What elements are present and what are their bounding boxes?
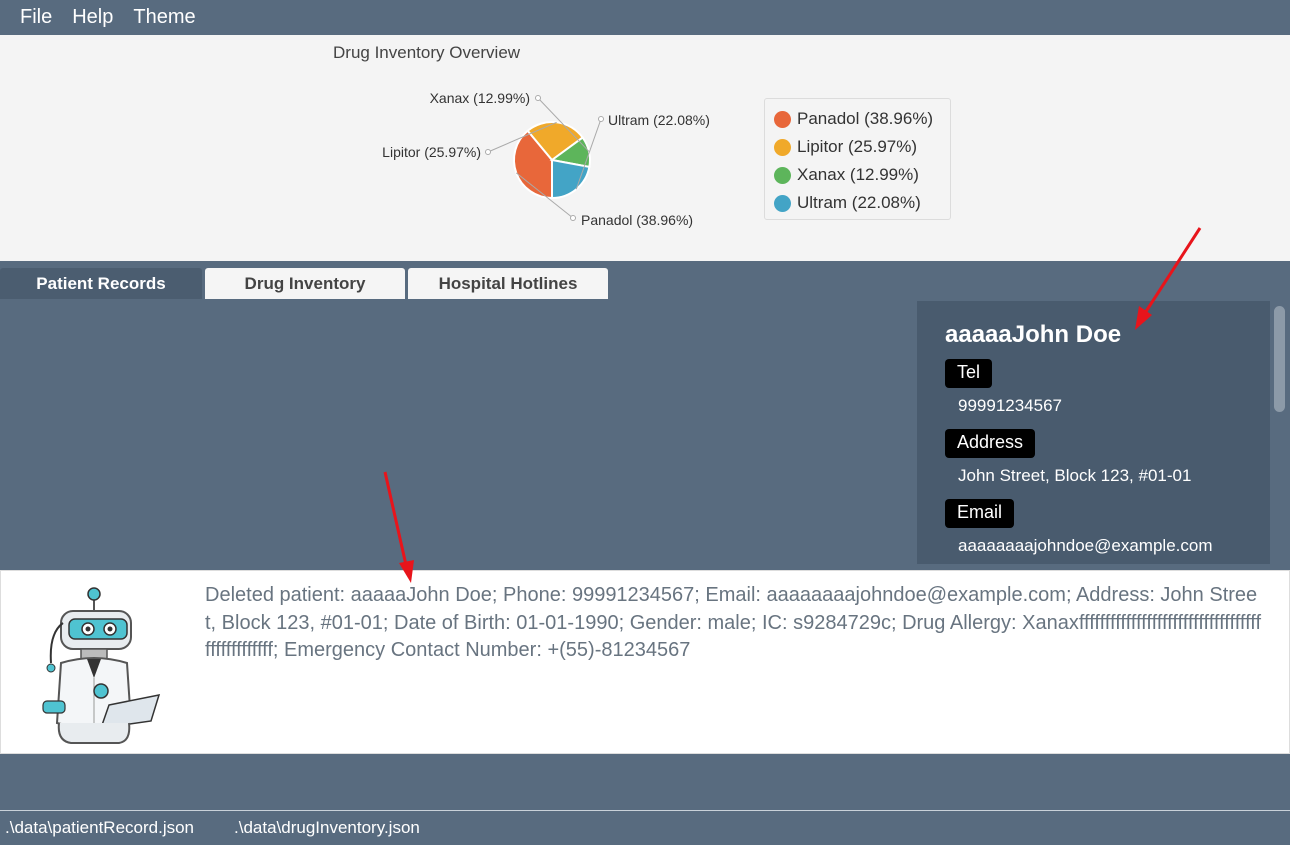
drug-pie-chart: Drug Inventory Overview Panadol (38.96%)… [0, 35, 1290, 261]
pie-slice-ultram [551, 158, 591, 200]
legend-swatch-xanax [774, 166, 791, 184]
email-tag: Email [945, 499, 1015, 528]
tab-patient-records[interactable]: Patient Records [0, 268, 202, 299]
legend-item-lipitor: Lipitor (25.97%) [774, 133, 950, 161]
tab-bar: Patient Records Drug Inventory Hospital … [0, 268, 611, 299]
legend-label-lipitor: Lipitor (25.97%) [797, 137, 918, 156]
patient-tel: 99991234567 [958, 396, 1063, 415]
menu-file[interactable]: File [10, 0, 62, 35]
pie-leader-dot-panadol [570, 215, 576, 221]
pie-label-lipitor: Lipitor (25.97%) [382, 144, 481, 160]
status-drug-file: .\data\drugInventory.json [234, 818, 420, 837]
patient-name: aaaaaJohn Doe [945, 321, 1122, 348]
menu-help[interactable]: Help [62, 0, 123, 35]
legend-item-panadol: Panadol (38.96%) [774, 105, 950, 133]
patient-address: John Street, Block 123, #01-01 [958, 466, 1192, 485]
result-display: Deleted patient: aaaaaJohn Doe; Phone: 9… [0, 570, 1290, 754]
menu-bar: File Help Theme [0, 0, 1290, 35]
legend-label-panadol: Panadol (38.96%) [797, 109, 934, 128]
legend-item-xanax: Xanax (12.99%) [774, 161, 950, 189]
pie-label-panadol: Panadol (38.96%) [581, 212, 693, 228]
status-bar: .\data\patientRecord.json .\data\drugInv… [0, 810, 1290, 845]
pie-leader-dot-lipitor [485, 149, 491, 155]
command-area [0, 754, 1290, 810]
status-patient-file: .\data\patientRecord.json [5, 818, 195, 837]
tel-tag: Tel [945, 359, 993, 388]
tab-hospital-hotlines[interactable]: Hospital Hotlines [408, 268, 608, 299]
pie-leader-dot-xanax [535, 95, 541, 101]
legend-label-ultram: Ultram (22.08%) [797, 193, 921, 212]
legend-swatch-ultram [774, 194, 791, 212]
pie-leader-dot-ultram [598, 116, 604, 122]
legend-swatch-lipitor [774, 138, 791, 156]
tab-drug-inventory[interactable]: Drug Inventory [205, 268, 405, 299]
result-message: Deleted patient: aaaaaJohn Doe; Phone: 9… [205, 584, 1262, 661]
patient-card[interactable]: aaaaaJohn Doe Tel 99991234567 Address Jo… [917, 301, 1270, 564]
pie-label-xanax: Xanax (12.99%) [430, 90, 530, 106]
pie-label-ultram: Ultram (22.08%) [608, 112, 710, 128]
address-tag: Address [945, 429, 1036, 458]
pie-canvas: Panadol (38.96%) Lipitor (25.97%) Xanax (1… [382, 90, 710, 228]
legend-label-xanax: Xanax (12.99%) [797, 165, 919, 184]
legend-item-ultram: Ultram (22.08%) [774, 189, 950, 217]
scrollbar-thumb[interactable] [1274, 306, 1285, 412]
legend-swatch-panadol [774, 110, 791, 128]
menu-theme[interactable]: Theme [123, 0, 205, 35]
chart-legend: Panadol (38.96%) Lipitor (25.97%) Xanax (1… [764, 98, 951, 220]
patient-email: aaaaaaaajohndoe@example.com [958, 536, 1213, 555]
robot-doctor-icon [42, 587, 161, 744]
